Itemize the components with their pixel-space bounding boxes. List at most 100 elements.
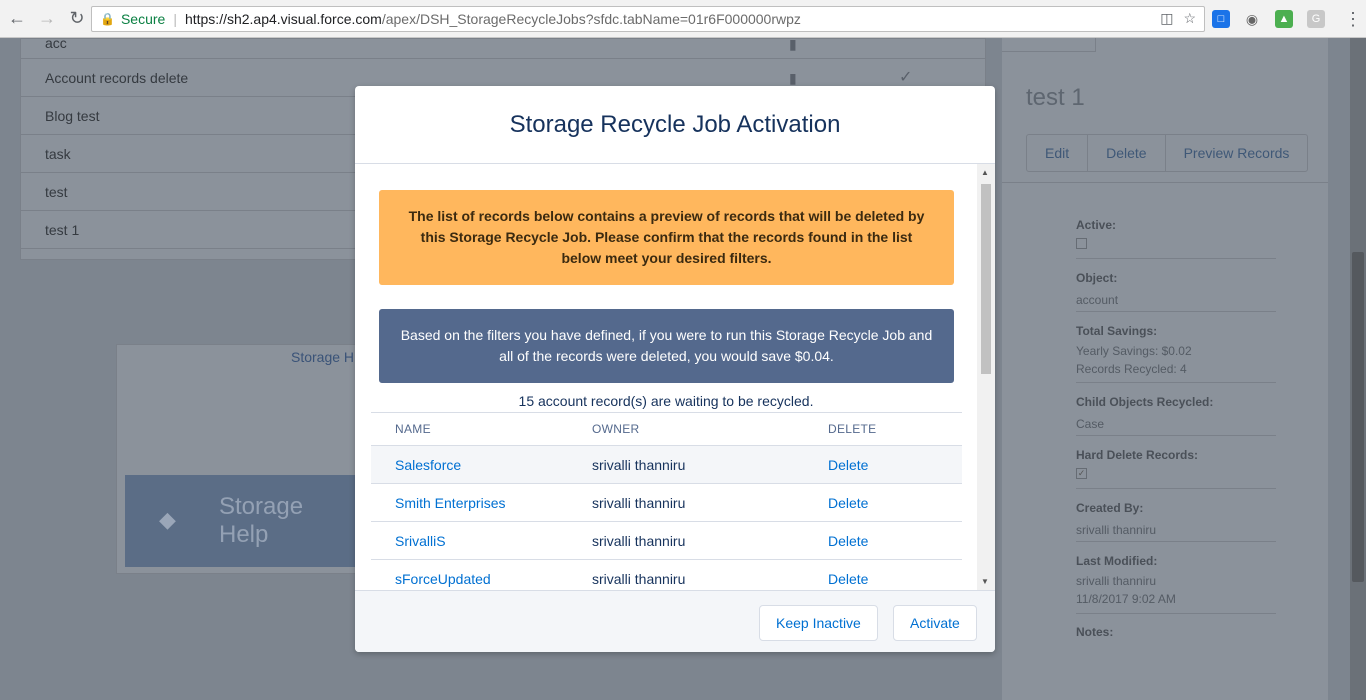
money-bag-icon: ◆: [159, 507, 176, 532]
field-value: 11/8/2017 9:02 AM: [1076, 592, 1176, 606]
field-label: Notes:: [1076, 625, 1114, 639]
table-row: SrivalliS srivalli thanniru Delete: [371, 522, 962, 560]
field-label: Total Savings:: [1076, 324, 1158, 338]
modal-footer: Keep Inactive Activate: [355, 590, 995, 652]
field-label: Object:: [1076, 271, 1118, 285]
record-name-link[interactable]: Salesforce: [395, 457, 461, 473]
active-checkbox: [1076, 238, 1087, 249]
records-table: NAME OWNER DELETE Salesforce srivalli th…: [371, 412, 962, 590]
edit-button[interactable]: Edit: [1027, 135, 1089, 171]
detail-tab[interactable]: [1002, 38, 1096, 52]
divider: [1076, 382, 1276, 383]
savings-info: Based on the filters you have defined, i…: [379, 309, 954, 383]
modal-title: Storage Recycle Job Activation: [355, 86, 995, 164]
record-owner: srivalli thanniru: [592, 532, 686, 549]
scroll-down-icon[interactable]: ▼: [981, 577, 989, 586]
delete-button[interactable]: Delete: [1088, 135, 1166, 171]
table-row: sForceUpdated srivalli thanniru Delete: [371, 560, 962, 590]
list-item[interactable]: acc ▮: [21, 36, 985, 59]
job-detail-panel: test 1 Edit Delete Preview Records Activ…: [1002, 38, 1328, 700]
field-value: account: [1076, 293, 1119, 307]
record-count: 15 account record(s) are waiting to be r…: [518, 393, 814, 409]
delete-record-link[interactable]: Delete: [828, 495, 868, 511]
field-value: Records Recycled: 4: [1076, 362, 1187, 376]
record-owner: srivalli thanniru: [592, 456, 686, 473]
g-extension-icon[interactable]: G: [1307, 10, 1325, 28]
scroll-up-icon[interactable]: ▲: [981, 168, 989, 177]
lock-icon: 🔒: [100, 12, 115, 26]
bookmark-star-icon[interactable]: ☆: [1183, 10, 1196, 27]
forward-icon[interactable]: →: [34, 6, 60, 32]
menu-icon[interactable]: ⋮: [1340, 6, 1366, 32]
job-name: test 1: [45, 222, 80, 238]
field-child-objects: Child Objects Recycled: Case: [1076, 395, 1256, 433]
divider: [1002, 182, 1328, 183]
table-header: NAME OWNER DELETE: [371, 412, 962, 446]
field-label: Last Modified:: [1076, 554, 1158, 568]
delete-record-link[interactable]: Delete: [828, 571, 868, 587]
field-active: Active:: [1076, 218, 1256, 249]
preview-records-button[interactable]: Preview Records: [1166, 135, 1308, 171]
field-created-by: Created By: srivalli thanniru: [1076, 501, 1256, 539]
modal-scrollbar-thumb[interactable]: [981, 184, 991, 374]
field-hard-delete: Hard Delete Records: ✓: [1076, 448, 1256, 479]
storage-helper-banner-text: Storage Help: [218, 493, 304, 548]
browser-toolbar: ← → ↻ 🔒 Secure | https://sh2.ap4.visual.…: [0, 0, 1366, 38]
url-text: https://sh2.ap4.visual.force.com/apex/DS…: [185, 11, 801, 27]
modal-body: The list of records below contains a pre…: [355, 164, 995, 590]
storage-helper-banner[interactable]: ◆ Storage Help: [125, 475, 359, 567]
delete-record-link[interactable]: Delete: [828, 533, 868, 549]
activate-button[interactable]: Activate: [893, 605, 977, 641]
green-extension-icon[interactable]: ▲: [1275, 10, 1293, 28]
url-path: /apex/DSH_StorageRecycleJobs?sfdc.tabNam…: [381, 11, 801, 27]
column-header-delete: DELETE: [828, 422, 877, 436]
field-value: Case: [1076, 417, 1105, 431]
record-name-link[interactable]: sForceUpdated: [395, 571, 491, 587]
field-total-savings: Total Savings: Yearly Savings: $0.02 Reco…: [1076, 324, 1256, 378]
warning-alert: The list of records below contains a pre…: [379, 190, 954, 285]
job-name: test: [45, 184, 68, 200]
address-bar[interactable]: 🔒 Secure | https://sh2.ap4.visual.force.…: [91, 6, 1205, 32]
page-scrollbar[interactable]: [1350, 38, 1366, 700]
back-icon[interactable]: ←: [4, 6, 30, 32]
job-actions: Edit Delete Preview Records: [1026, 134, 1309, 172]
job-title: test 1: [1026, 84, 1085, 111]
activation-modal: Storage Recycle Job Activation The list …: [355, 86, 995, 652]
outlook-extension-icon[interactable]: □: [1212, 10, 1230, 28]
thumbs-up-icon: ▮: [789, 36, 797, 52]
table-row: Smith Enterprises srivalli thanniru Dele…: [371, 484, 962, 522]
storage-helper-link[interactable]: Storage H: [291, 349, 354, 365]
field-last-modified: Last Modified: srivalli thanniru 11/8/201…: [1076, 554, 1256, 608]
field-label: Child Objects Recycled:: [1076, 395, 1214, 409]
camera-extension-icon[interactable]: ◉: [1243, 10, 1261, 28]
modal-scrollbar[interactable]: ▲ ▼: [977, 164, 995, 590]
field-value: Yearly Savings: $0.02: [1076, 344, 1192, 358]
keep-inactive-button[interactable]: Keep Inactive: [759, 605, 878, 641]
field-label: Created By:: [1076, 501, 1144, 515]
hard-delete-checkbox: ✓: [1076, 468, 1087, 479]
divider: [1076, 435, 1276, 436]
delete-record-link[interactable]: Delete: [828, 457, 868, 473]
site-info-icon[interactable]: ◫: [1160, 10, 1173, 27]
address-separator: |: [173, 11, 177, 27]
field-label: Active:: [1076, 218, 1117, 232]
record-owner: srivalli thanniru: [592, 494, 686, 511]
reload-icon[interactable]: ↻: [64, 6, 90, 32]
page-scrollbar-thumb[interactable]: [1352, 252, 1364, 582]
secure-label: Secure: [120, 11, 166, 27]
job-name: task: [45, 146, 71, 162]
url-host: https://sh2.ap4.visual.force.com: [184, 11, 382, 27]
record-name-link[interactable]: SrivalliS: [395, 533, 446, 549]
divider: [1076, 613, 1276, 614]
table-row: Salesforce srivalli thanniru Delete: [371, 446, 962, 484]
column-header-name: NAME: [395, 422, 431, 436]
field-value: srivalli thanniru: [1076, 574, 1157, 588]
job-name: acc: [45, 35, 67, 51]
field-object: Object: account: [1076, 271, 1256, 309]
column-header-owner: OWNER: [592, 422, 640, 436]
record-owner: srivalli thanniru: [592, 570, 686, 587]
record-name-link[interactable]: Smith Enterprises: [395, 495, 505, 511]
job-name: Account records delete: [45, 70, 189, 86]
field-notes: Notes:: [1076, 625, 1256, 639]
field-label: Hard Delete Records:: [1076, 448, 1199, 462]
